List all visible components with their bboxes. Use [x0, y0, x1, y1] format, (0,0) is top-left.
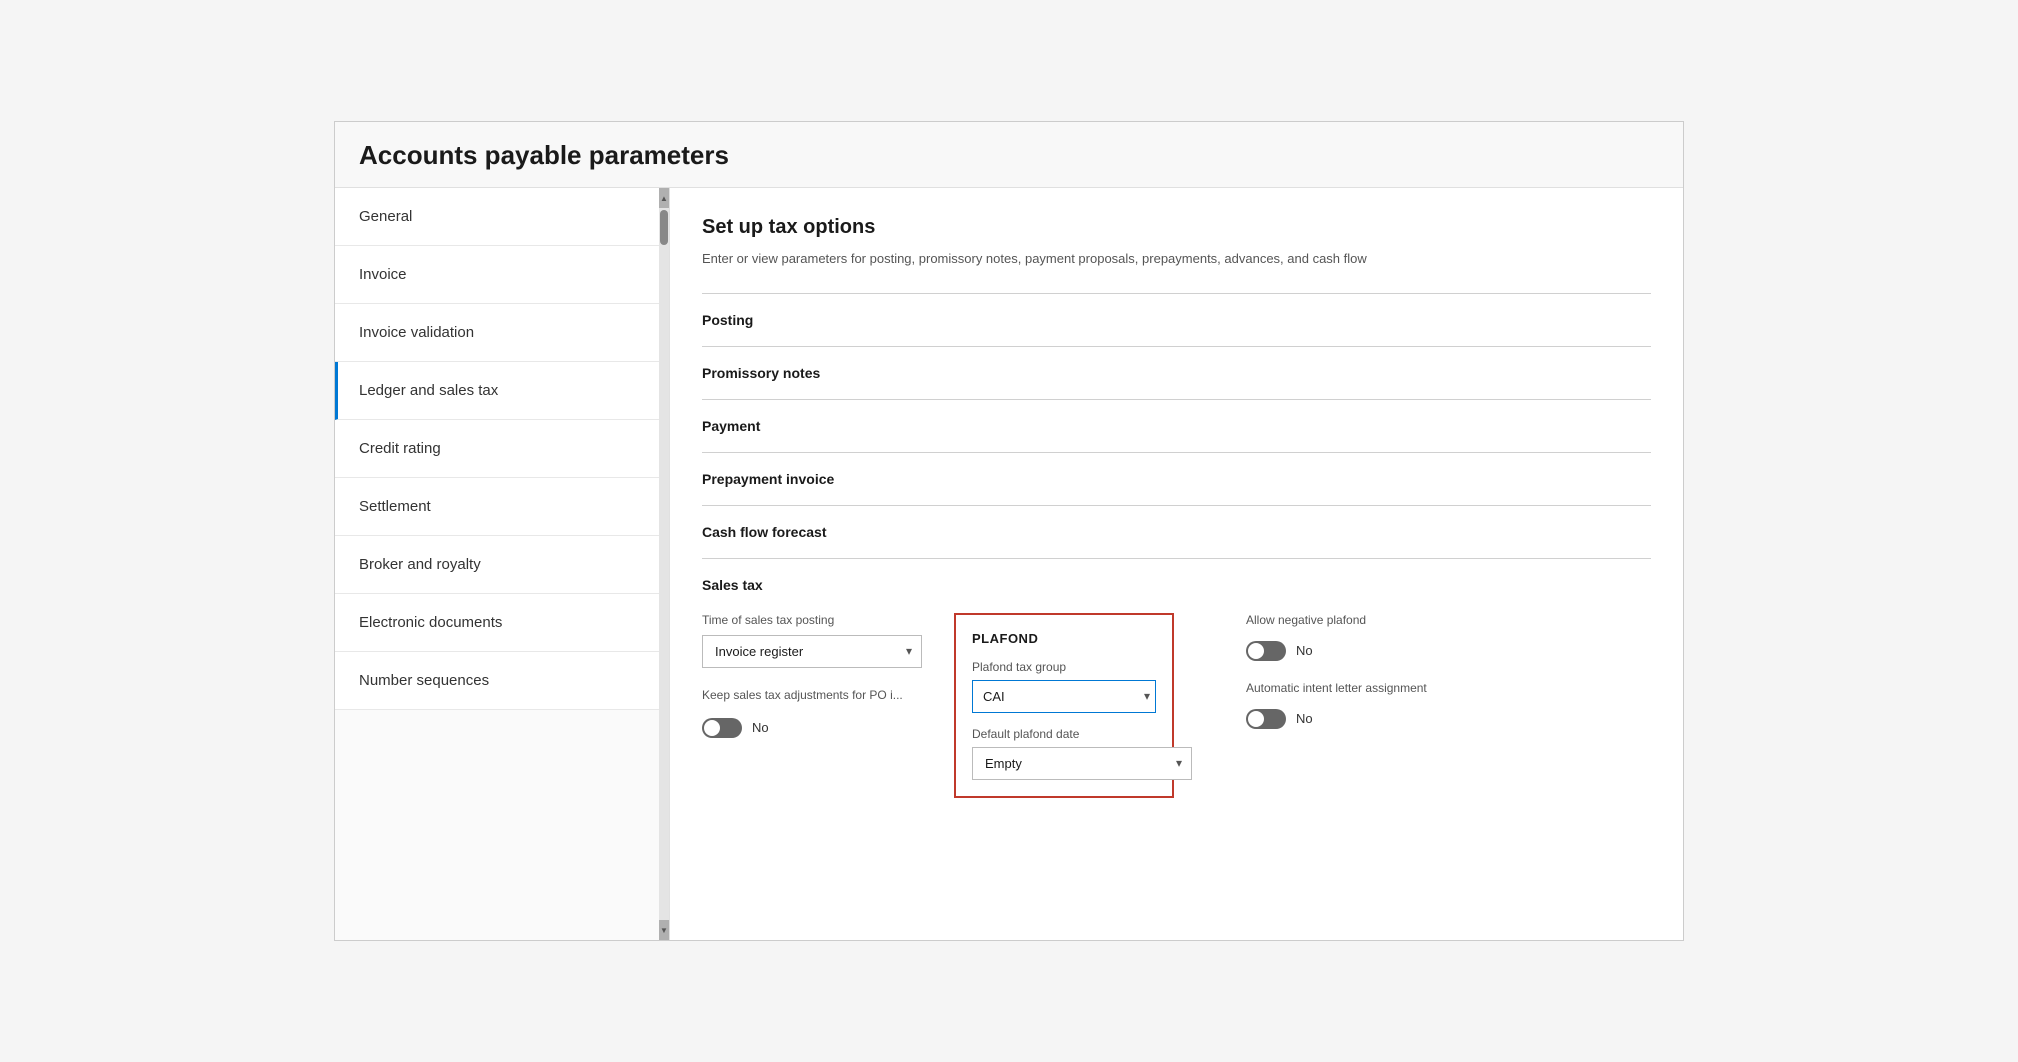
section-cash-flow-forecast[interactable]: Cash flow forecast — [702, 505, 1651, 558]
plafond-title: PLAFOND — [972, 631, 1156, 646]
allow-negative-toggle-group: No — [1246, 641, 1427, 661]
sidebar-item-credit-rating[interactable]: Credit rating — [335, 420, 659, 478]
sales-tax-heading[interactable]: Sales tax — [702, 577, 1651, 593]
scrollbar-thumb[interactable] — [660, 210, 668, 245]
main-layout: ▲ ▼ General Invoice Invoice validation — [335, 188, 1683, 940]
sidebar: ▲ ▼ General Invoice Invoice validation — [335, 188, 670, 940]
scrollbar-down-arrow[interactable]: ▼ — [659, 920, 669, 940]
right-column: Allow negative plafond No Automatic inte… — [1246, 613, 1427, 729]
auto-intent-value: No — [1296, 711, 1313, 726]
allow-negative-toggle[interactable] — [1246, 641, 1286, 661]
accounts-payable-window: Accounts payable parameters ▲ ▼ General — [334, 121, 1684, 941]
plafond-default-date-select[interactable]: Empty Invoice date Posting date — [972, 747, 1192, 780]
allow-negative-label: Allow negative plafond — [1246, 613, 1427, 627]
section-promissory-notes[interactable]: Promissory notes — [702, 346, 1651, 399]
sidebar-item-general[interactable]: General — [335, 188, 659, 246]
section-posting[interactable]: Posting — [702, 293, 1651, 346]
plafond-tax-group-dropdown-icon[interactable]: ▾ — [1144, 689, 1150, 703]
plafond-tax-group-input[interactable] — [972, 680, 1156, 713]
auto-intent-group: Automatic intent letter assignment No — [1246, 681, 1427, 729]
allow-negative-value: No — [1296, 643, 1313, 658]
sidebar-scroll: ▲ ▼ General Invoice Invoice validation — [335, 188, 669, 940]
sidebar-item-broker-royalty[interactable]: Broker and royalty — [335, 536, 659, 594]
main-content: Set up tax options Enter or view paramet… — [670, 188, 1683, 940]
time-of-posting-label: Time of sales tax posting — [702, 613, 922, 627]
plafond-tax-group-input-wrapper: ▾ — [972, 680, 1156, 713]
auto-intent-toggle-group: No — [1246, 709, 1427, 729]
keep-adjustments-toggle[interactable] — [702, 718, 742, 738]
content-header: Set up tax options Enter or view paramet… — [702, 216, 1651, 269]
plafond-default-date-wrapper: Empty Invoice date Posting date ▾ — [972, 747, 1192, 780]
left-column: Time of sales tax posting Invoice regist… — [702, 613, 922, 738]
section-payment[interactable]: Payment — [702, 399, 1651, 452]
allow-negative-group: Allow negative plafond No — [1246, 613, 1427, 661]
sidebar-item-settlement[interactable]: Settlement — [335, 478, 659, 536]
sidebar-item-ledger-sales-tax[interactable]: Ledger and sales tax — [335, 362, 659, 420]
auto-intent-label: Automatic intent letter assignment — [1246, 681, 1427, 695]
section-prepayment-invoice[interactable]: Prepayment invoice — [702, 452, 1651, 505]
keep-adjustments-toggle-group: No — [702, 718, 922, 738]
page-title: Accounts payable parameters — [359, 140, 1659, 171]
sidebar-item-number-sequences[interactable]: Number sequences — [335, 652, 659, 710]
time-of-posting-select[interactable]: Invoice register Invoice Payment — [702, 635, 922, 668]
title-bar: Accounts payable parameters — [335, 122, 1683, 188]
sales-tax-content: Time of sales tax posting Invoice regist… — [702, 613, 1651, 798]
time-of-posting-select-wrapper: Invoice register Invoice Payment ▾ — [702, 635, 922, 668]
keep-adjustments-group: Keep sales tax adjustments for PO i... N… — [702, 688, 922, 738]
plafond-default-date-label: Default plafond date — [972, 727, 1156, 741]
sidebar-item-invoice[interactable]: Invoice — [335, 246, 659, 304]
section-sales-tax: Sales tax Time of sales tax posting Invo… — [702, 558, 1651, 798]
sidebar-item-electronic-documents[interactable]: Electronic documents — [335, 594, 659, 652]
scrollbar-up-arrow[interactable]: ▲ — [659, 188, 669, 208]
keep-adjustments-value: No — [752, 720, 769, 735]
plafond-box: PLAFOND Plafond tax group ▾ Default plaf… — [954, 613, 1174, 798]
content-heading: Set up tax options — [702, 216, 1651, 239]
auto-intent-toggle[interactable] — [1246, 709, 1286, 729]
sidebar-item-invoice-validation[interactable]: Invoice validation — [335, 304, 659, 362]
time-of-posting-group: Time of sales tax posting Invoice regist… — [702, 613, 922, 668]
content-description: Enter or view parameters for posting, pr… — [702, 249, 1651, 269]
keep-adjustments-label: Keep sales tax adjustments for PO i... — [702, 688, 922, 702]
plafond-tax-group-label: Plafond tax group — [972, 660, 1156, 674]
